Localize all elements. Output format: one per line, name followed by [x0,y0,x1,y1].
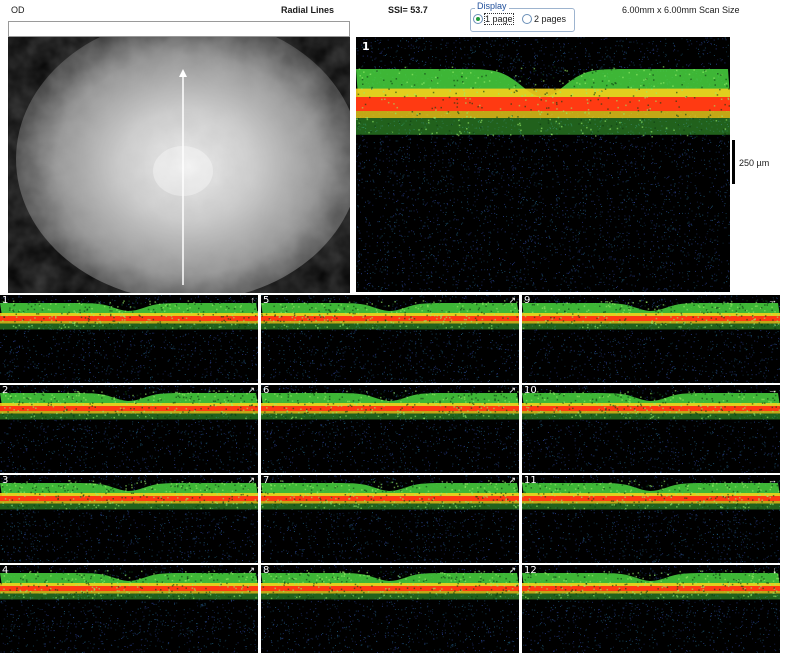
scan-number-label: 5 [263,295,269,306]
scan-direction-icon: → [768,475,777,485]
scan-direction-icon: ↑ [251,295,256,305]
fundus-title-strip [8,21,350,37]
two-pages-label: 2 pages [534,14,566,24]
one-page-label: 1 page [484,13,514,25]
scan-thumbnail-8[interactable]: 8 ↗ [261,565,519,653]
scan-thumbnail-11[interactable]: 11 → [522,475,780,563]
scan-number-label: 8 [263,565,269,576]
scan-direction-icon: ↗ [508,295,516,306]
scan-thumbnail-3[interactable]: 3 ↗ [0,475,258,563]
scan-direction-icon: ↗ [508,565,516,576]
scan-type-label: Radial Lines [281,5,334,15]
scan-direction-icon: → [768,385,777,395]
scan-thumbnail-9[interactable]: 9 → [522,295,780,383]
oct-bscan-image [261,565,519,653]
scan-thumbnail-12[interactable]: 12 ↓ [522,565,780,653]
radio-unselected-icon [522,14,532,24]
two-pages-radio[interactable]: 2 pages [522,14,566,24]
scan-direction-icon: ↗ [247,475,255,486]
main-oct-scan[interactable]: 1 [356,37,730,292]
scan-number-label: 4 [2,565,8,576]
radio-selected-icon [473,14,483,24]
scan-direction-icon: → [768,295,777,305]
scale-bar-label: 250 µm [739,158,769,168]
ssi-value: SSI= 53.7 [388,5,428,15]
display-options-group: Display 1 page 2 pages [470,0,575,33]
oct-bscan-image [522,475,780,563]
scan-number-label: 2 [2,385,8,396]
scan-thumbnail-1[interactable]: 1 ↑ [0,295,258,383]
scan-number-label: 11 [524,475,537,486]
scan-direction-icon: ↗ [508,475,516,486]
scan-direction-icon: ↗ [247,565,255,576]
oct-bscan-image [522,565,780,653]
scan-number-label: 9 [524,295,530,306]
scan-thumbnail-4[interactable]: 4 ↗ [0,565,258,653]
oct-bscan-image [261,475,519,563]
scan-thumbnail-7[interactable]: 7 ↗ [261,475,519,563]
scale-bar [732,140,735,184]
scan-direction-icon: ↗ [247,385,255,396]
oct-bscan-image [0,475,258,563]
oct-bscan-image [0,565,258,653]
scan-number-label: 7 [263,475,269,486]
oct-bscan-image [0,385,258,473]
oct-bscan-image [522,295,780,383]
scan-size-label: 6.00mm x 6.00mm Scan Size [622,5,740,15]
scan-direction-icon: ↓ [773,565,778,575]
scan-number-label: 6 [263,385,269,396]
scan-number-label: 1 [2,295,8,306]
main-scan-number: 1 [362,40,370,53]
scan-thumbnail-5[interactable]: 5 ↗ [261,295,519,383]
scan-number-label: 12 [524,565,537,576]
scan-direction-icon: ↗ [508,385,516,396]
eye-label: OD [11,5,25,15]
scan-number-label: 3 [2,475,8,486]
scan-thumbnail-2[interactable]: 2 ↗ [0,385,258,473]
fundus-image [8,21,350,293]
oct-bscan-image [261,295,519,383]
scan-thumbnail-6[interactable]: 6 ↗ [261,385,519,473]
scan-number-label: 10 [524,385,537,396]
display-legend: Display [475,1,509,11]
radial-scan-grid: 1 ↑ 2 ↗ 3 ↗ 4 ↗ 5 ↗ 6 ↗ 7 ↗ 8 ↗ 9 → 10 → 11 → 12 ↓ [0,295,781,658]
oct-bscan-image [261,385,519,473]
oct-bscan-image [522,385,780,473]
scan-thumbnail-10[interactable]: 10 → [522,385,780,473]
oct-bscan-image [0,295,258,383]
one-page-radio[interactable]: 1 page [473,13,514,25]
